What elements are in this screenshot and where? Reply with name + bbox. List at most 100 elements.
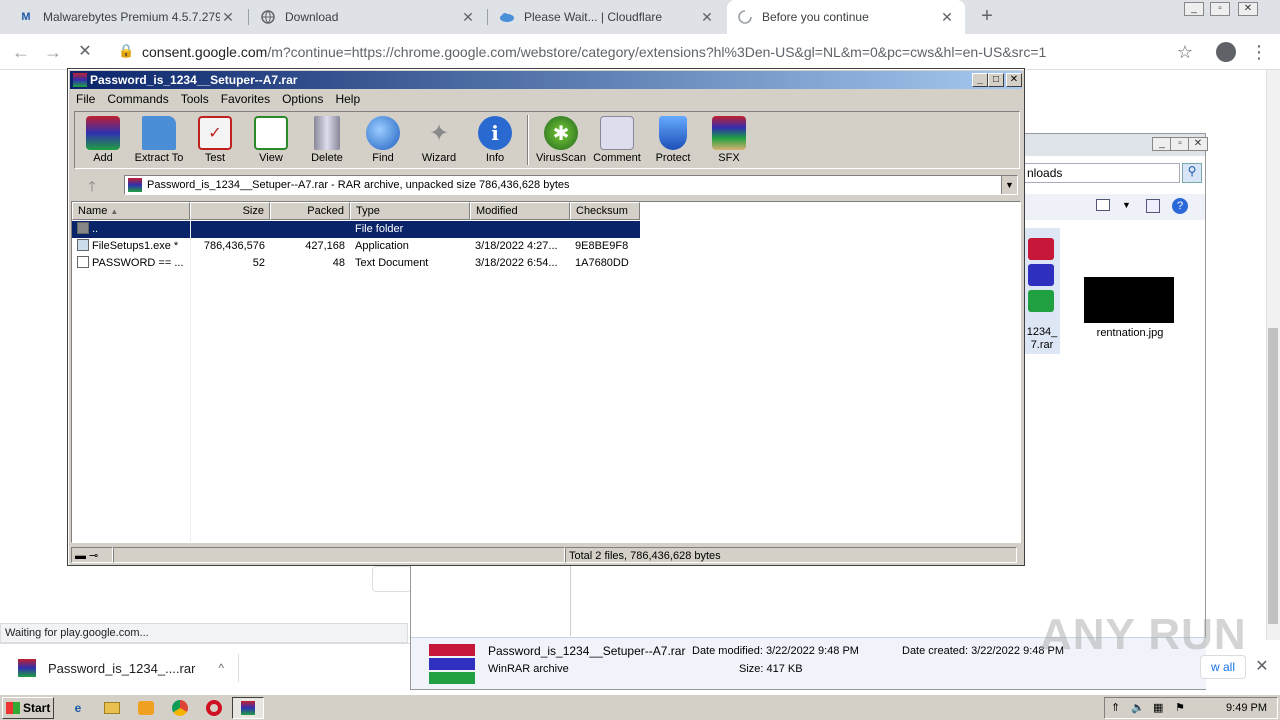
tab-download[interactable]: Download ✕ — [250, 0, 486, 34]
loading-spinner-icon — [737, 9, 753, 25]
table-row[interactable]: FileSetups1.exe * 786,436,576 427,168 Ap… — [72, 238, 640, 255]
close-icon[interactable]: ✕ — [460, 9, 476, 26]
page-fragment — [372, 566, 412, 592]
address-bar[interactable]: 🔒 consent.google.com/m?continue=https://… — [108, 38, 1208, 66]
menu-file[interactable]: File — [70, 90, 101, 108]
tool-wizard-button[interactable]: ✦ Wizard — [411, 112, 467, 168]
drive-key-icon[interactable]: ▬ ⊸ — [71, 547, 113, 563]
minimize-button[interactable]: _ — [1184, 2, 1204, 16]
protect-icon — [659, 116, 687, 150]
action-center-flag-icon[interactable]: ⚑ — [1175, 701, 1185, 714]
winrar-statusbar: ▬ ⊸ Total 2 files, 786,436,628 bytes — [71, 547, 1021, 565]
profile-avatar-icon[interactable] — [1216, 42, 1236, 62]
up-arrow-icon[interactable]: 🡑 — [80, 176, 104, 194]
details-date-modified: Date modified: 3/22/2022 9:48 PM — [692, 645, 859, 657]
column-checksum[interactable]: Checksum — [570, 202, 640, 220]
explorer-search-input[interactable]: nloads — [1022, 163, 1180, 183]
browser-status-bubble: Waiting for play.google.com... — [0, 623, 408, 643]
explorer-restore-button[interactable]: ▫ — [1170, 137, 1190, 151]
taskbar-winrar-button[interactable] — [232, 697, 264, 719]
column-name[interactable]: Name ▲ — [72, 202, 190, 220]
network-icon[interactable]: ▦ — [1153, 701, 1163, 714]
tool-virusscan-button[interactable]: ✱ VirusScan — [533, 112, 589, 168]
search-icon[interactable]: ⚲ — [1182, 163, 1202, 183]
stop-loading-icon[interactable]: ✕ — [74, 42, 96, 64]
explorer-close-button[interactable]: ✕ — [1188, 137, 1208, 151]
tool-label: View — [259, 152, 283, 164]
system-tray: ⇑ 🔈 ▦ ⚑ 9:49 PM — [1104, 697, 1278, 719]
tool-find-button[interactable]: Find — [355, 112, 411, 168]
preview-pane-icon[interactable] — [1146, 199, 1160, 213]
new-tab-button[interactable]: + — [976, 5, 998, 27]
tool-delete-button[interactable]: Delete — [299, 112, 355, 168]
chevron-down-icon[interactable]: ▼ — [1001, 176, 1017, 194]
winrar-menubar: File Commands Tools Favorites Options He… — [70, 90, 1022, 108]
tool-protect-button[interactable]: Protect — [645, 112, 701, 168]
volume-icon[interactable]: 🔈 — [1131, 701, 1145, 714]
restore-button[interactable]: ▫ — [1210, 2, 1230, 16]
opera-icon[interactable] — [204, 698, 224, 718]
globe-icon — [260, 9, 276, 25]
back-icon[interactable]: ← — [10, 42, 32, 64]
close-icon[interactable]: ✕ — [220, 9, 236, 26]
column-modified[interactable]: Modified — [470, 202, 570, 220]
chrome-icon[interactable] — [170, 698, 190, 718]
help-icon[interactable]: ? — [1172, 198, 1188, 214]
column-type[interactable]: Type — [350, 202, 470, 220]
file-explorer-icon[interactable] — [102, 698, 122, 718]
tool-extract-to-button[interactable]: Extract To — [131, 112, 187, 168]
column-size[interactable]: Size — [190, 202, 270, 220]
media-player-icon[interactable] — [136, 698, 156, 718]
chevron-up-icon[interactable]: ^ — [218, 661, 224, 675]
menu-favorites[interactable]: Favorites — [215, 90, 276, 108]
chevron-down-icon[interactable]: ▼ — [1122, 200, 1131, 210]
menu-help[interactable]: Help — [329, 90, 366, 108]
close-icon[interactable]: ✕ — [939, 9, 955, 26]
menu-tools[interactable]: Tools — [175, 90, 215, 108]
tab-label: Please Wait... | Cloudflare — [524, 10, 663, 24]
tool-label: Delete — [311, 152, 343, 164]
winrar-titlebar[interactable]: Password_is_1234__Setuper--A7.rar _ □ ✕ — [70, 71, 1022, 89]
bookmark-star-icon[interactable]: ☆ — [1174, 42, 1196, 64]
wizard-icon: ✦ — [428, 119, 450, 147]
tool-info-button[interactable]: i Info — [467, 112, 523, 168]
close-window-button[interactable]: ✕ — [1238, 2, 1258, 16]
close-icon[interactable]: ✕ — [699, 9, 715, 26]
toolbar-separator — [527, 115, 529, 165]
winrar-maximize-button[interactable]: □ — [988, 73, 1004, 87]
tool-comment-button[interactable]: Comment — [589, 112, 645, 168]
explorer-minimize-button[interactable]: _ — [1152, 137, 1172, 151]
tab-cloudflare[interactable]: Please Wait... | Cloudflare ✕ — [489, 0, 725, 34]
table-row[interactable]: .. File folder — [72, 221, 640, 238]
menu-kebab-icon[interactable]: ⋮ — [1248, 42, 1270, 64]
tool-sfx-button[interactable]: SFX — [701, 112, 757, 168]
tab-strip: M Malwarebytes Premium 4.5.7.279 Cr ✕ Do… — [0, 0, 1280, 34]
image-file-label: rentnation.jpg — [1096, 327, 1164, 339]
tab-malwarebytes[interactable]: M Malwarebytes Premium 4.5.7.279 Cr ✕ — [8, 0, 246, 34]
winrar-address-field[interactable]: Password_is_1234__Setuper--A7.rar - RAR … — [124, 175, 1018, 195]
application-file-icon — [77, 239, 89, 251]
internet-explorer-icon[interactable]: e — [68, 698, 88, 718]
tool-view-button[interactable]: View — [243, 112, 299, 168]
start-button[interactable]: Start — [2, 697, 54, 719]
winrar-minimize-button[interactable]: _ — [972, 73, 988, 87]
view-options-icon[interactable] — [1096, 199, 1110, 211]
column-packed[interactable]: Packed — [270, 202, 350, 220]
tab-label: Before you continue — [762, 10, 869, 24]
clock: 9:49 PM — [1226, 702, 1267, 714]
scroll-thumb[interactable] — [1268, 328, 1278, 624]
show-hidden-icons-icon[interactable]: ⇑ — [1111, 701, 1120, 714]
explorer-toolbar: ▼ ? — [1022, 194, 1205, 220]
menu-options[interactable]: Options — [276, 90, 329, 108]
menu-commands[interactable]: Commands — [101, 90, 174, 108]
winrar-close-button[interactable]: ✕ — [1006, 73, 1022, 87]
extract-to-icon — [142, 116, 176, 150]
tool-test-button[interactable]: ✓ Test — [187, 112, 243, 168]
close-icon[interactable]: ✕ — [1252, 656, 1272, 678]
forward-icon[interactable]: → — [42, 42, 64, 64]
table-row[interactable]: PASSWORD == ... 52 48 Text Document 3/18… — [72, 255, 640, 272]
download-item[interactable]: Password_is_1234_....rar ^ — [0, 644, 238, 692]
tab-before-you-continue[interactable]: Before you continue ✕ — [727, 0, 965, 34]
tool-add-button[interactable]: Add — [75, 112, 131, 168]
image-file-thumbnail[interactable] — [1084, 277, 1174, 323]
